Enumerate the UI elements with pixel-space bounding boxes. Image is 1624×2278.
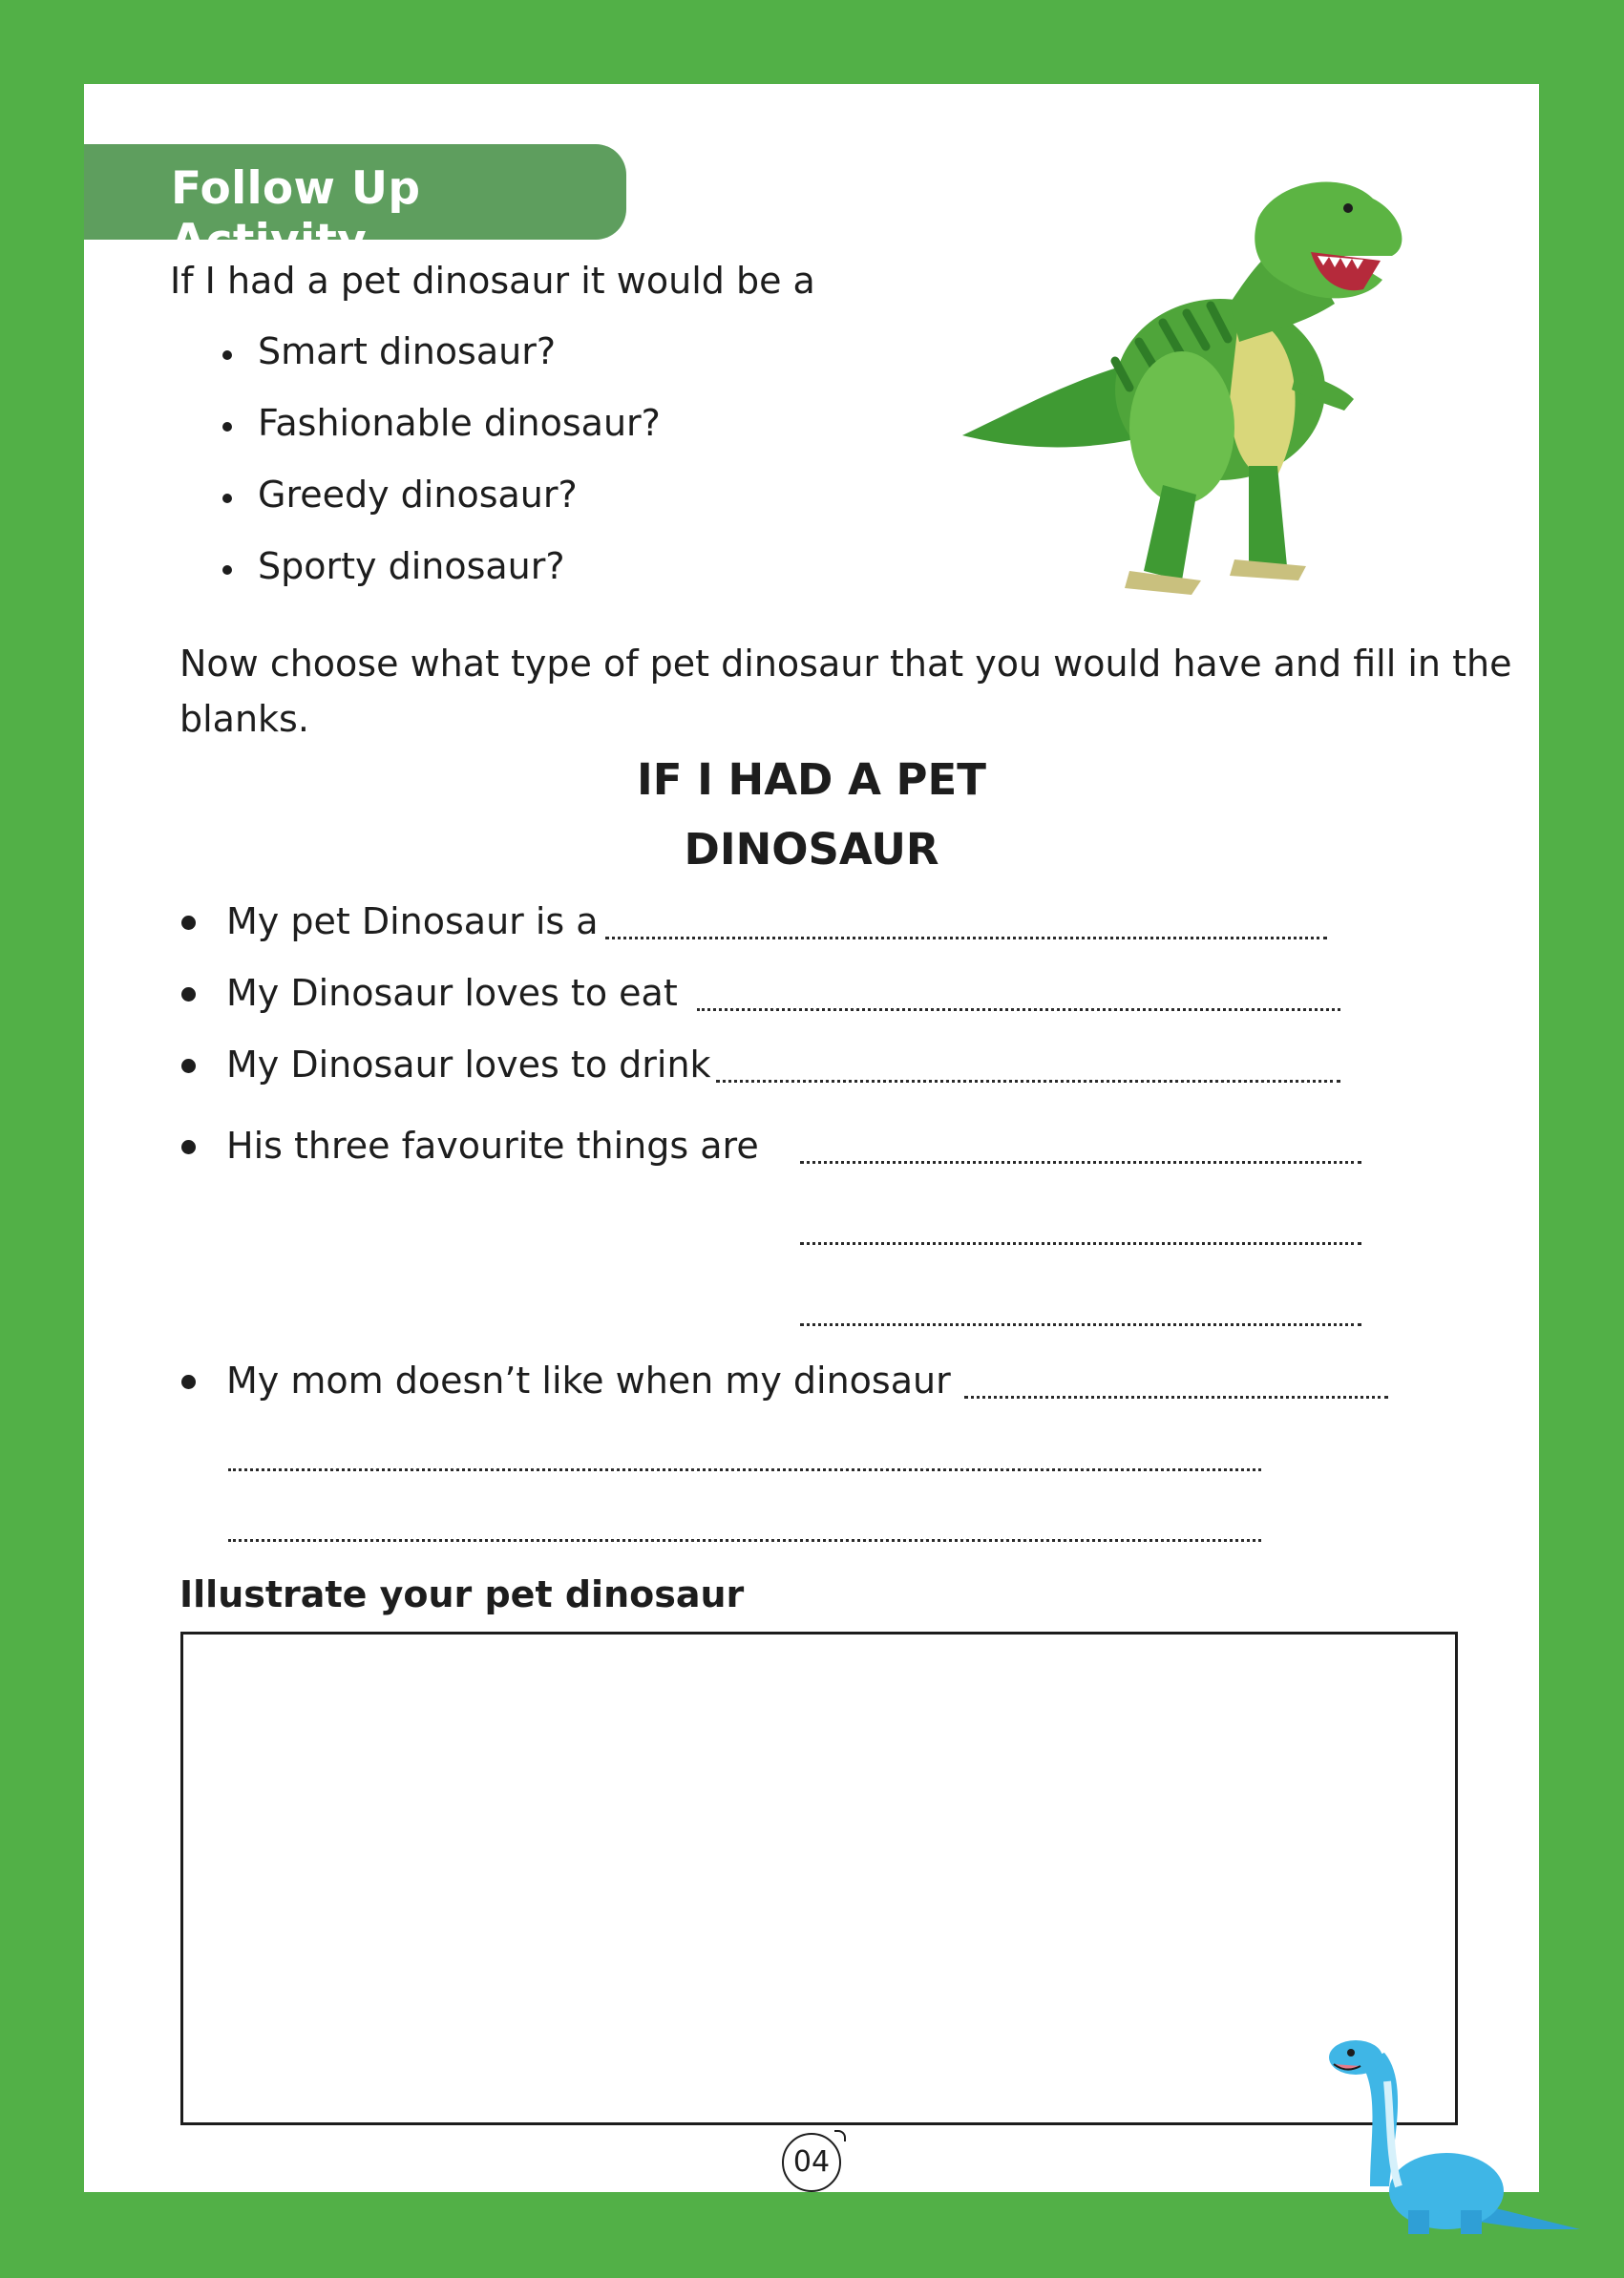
option-item: Fashionable dinosaur? [222, 402, 661, 474]
bullet [181, 1140, 196, 1154]
bullet [181, 916, 196, 930]
prompt-drink: My Dinosaur loves to drink [226, 1044, 711, 1086]
prompt-mom: My mom doesn’t like when my dinosaur [226, 1360, 951, 1402]
worksheet-page: Follow Up Activity If I had a pet dinosa… [84, 84, 1539, 2192]
banner-title: Follow Up Activity [171, 162, 421, 267]
intro-text: If I had a pet dinosaur it would be a [170, 260, 815, 302]
option-item: Sporty dinosaur? [222, 545, 661, 617]
bullet [181, 1375, 196, 1389]
blank-line-favourite-2[interactable] [800, 1242, 1361, 1245]
blank-line-mom-1[interactable] [964, 1396, 1388, 1399]
option-item: Greedy dinosaur? [222, 474, 661, 545]
instruction-text: Now choose what type of pet dinosaur tha… [179, 643, 1512, 740]
option-item: Smart dinosaur? [222, 330, 661, 402]
bullet [181, 1059, 196, 1073]
drawing-area[interactable] [180, 1632, 1458, 2125]
blank-line-mom-3[interactable] [228, 1539, 1261, 1542]
blank-line-pet-is[interactable] [605, 937, 1327, 939]
t-rex-icon [962, 181, 1403, 595]
illustrate-label: Illustrate your pet dinosaur [179, 1573, 745, 1615]
blank-line-favourite-3[interactable] [800, 1323, 1361, 1326]
prompt-favourites: His three favourite things are [226, 1125, 759, 1167]
blank-line-mom-2[interactable] [228, 1468, 1261, 1471]
blank-line-eat[interactable] [697, 1008, 1340, 1011]
worksheet-heading-line1: IF I HAD A PET [637, 754, 986, 805]
bullet [181, 987, 196, 1002]
blank-line-favourite-1[interactable] [800, 1161, 1361, 1164]
page-number: 04 [782, 2130, 846, 2192]
prompt-eat: My Dinosaur loves to eat [226, 972, 678, 1014]
brachiosaurus-icon [1329, 2040, 1580, 2234]
dinosaur-type-list: Smart dinosaur? Fashionable dinosaur? Gr… [222, 330, 661, 617]
blank-line-drink[interactable] [716, 1080, 1340, 1083]
worksheet-heading-line2: DINOSAUR [684, 824, 939, 875]
prompt-pet-is: My pet Dinosaur is a [226, 900, 599, 942]
section-banner: Follow Up Activity [84, 144, 626, 267]
